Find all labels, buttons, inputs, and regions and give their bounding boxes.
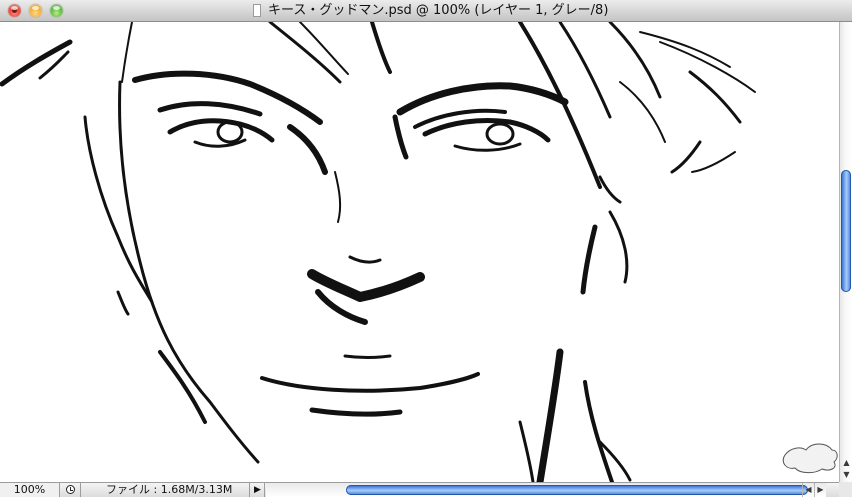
vertical-scrollbar[interactable]: ▲ ▼ xyxy=(839,22,852,482)
zoom-icon[interactable] xyxy=(50,4,63,17)
ear-stroke xyxy=(116,290,130,316)
neck-right-outer xyxy=(583,380,614,482)
horizontal-scroll-thumb[interactable] xyxy=(346,485,808,495)
nose-bridge-right xyxy=(392,114,409,160)
window-title: キース・グッドマン.psd @ 100% (レイヤー 1, グレー/8) xyxy=(268,3,609,18)
temple-right xyxy=(598,175,622,204)
neck-center xyxy=(518,420,535,482)
brow-right xyxy=(396,82,569,116)
hair-stroke xyxy=(691,151,736,173)
hair-stroke xyxy=(639,31,731,68)
upper-lip xyxy=(343,354,392,359)
photoshop-document-window: キース・グッドマン.psd @ 100% (レイヤー 1, グレー/8) ▲ ▼… xyxy=(0,0,852,497)
brow-left-lower xyxy=(157,101,263,117)
cloud-doodle xyxy=(782,443,838,474)
eye-left-shadow xyxy=(287,124,328,175)
scroll-left-icon[interactable]: ◀ xyxy=(802,483,814,497)
hair-stroke xyxy=(370,22,392,74)
document-canvas[interactable] xyxy=(0,22,839,482)
status-bar: 100% ファイル : 1.68M/3.13M ▶ ◀ ▶ xyxy=(0,482,852,497)
close-dot xyxy=(12,8,17,13)
horizontal-scrollbar[interactable]: ◀ ▶ xyxy=(266,483,826,497)
title-bar[interactable]: キース・グッドマン.psd @ 100% (レイヤー 1, グレー/8) xyxy=(0,0,852,22)
nose-tip xyxy=(348,255,382,264)
hair-stroke xyxy=(518,22,602,189)
sketch-artwork xyxy=(0,22,838,482)
file-size-info: ファイル : 1.68M/3.13M xyxy=(82,483,250,497)
brow-left xyxy=(132,70,323,125)
close-icon[interactable] xyxy=(8,4,21,17)
status-info-button[interactable] xyxy=(61,483,81,497)
hair-stroke xyxy=(268,22,342,84)
nose-bridge xyxy=(334,171,342,223)
scroll-up-icon[interactable]: ▲ xyxy=(842,458,851,467)
hair-stroke xyxy=(688,70,742,124)
resize-grip[interactable] xyxy=(839,482,852,497)
status-menu-arrow-icon[interactable]: ▶ xyxy=(251,483,265,497)
eye-right-iris xyxy=(485,122,515,146)
scroll-right-icon[interactable]: ▶ xyxy=(814,483,826,497)
zoom-level-field[interactable]: 100% xyxy=(0,483,60,497)
vertical-scroll-thumb[interactable] xyxy=(841,170,851,292)
minimize-icon[interactable] xyxy=(29,4,42,17)
mouth-line xyxy=(260,372,480,393)
eye-right-lower xyxy=(453,142,522,152)
neck-right xyxy=(536,348,564,482)
lower-lip xyxy=(309,407,403,417)
hair-stroke xyxy=(121,22,133,83)
nostril-shadow xyxy=(307,269,425,302)
scroll-down-icon[interactable]: ▼ xyxy=(842,470,851,479)
cheek-right-outer xyxy=(608,210,629,284)
cheek-right xyxy=(580,224,598,295)
hair-stroke xyxy=(0,39,73,87)
eye-left-iris xyxy=(216,120,244,144)
document-icon[interactable] xyxy=(253,4,261,17)
hair-stroke xyxy=(670,140,702,174)
clock-icon xyxy=(66,485,75,494)
hair-stroke xyxy=(608,22,662,99)
